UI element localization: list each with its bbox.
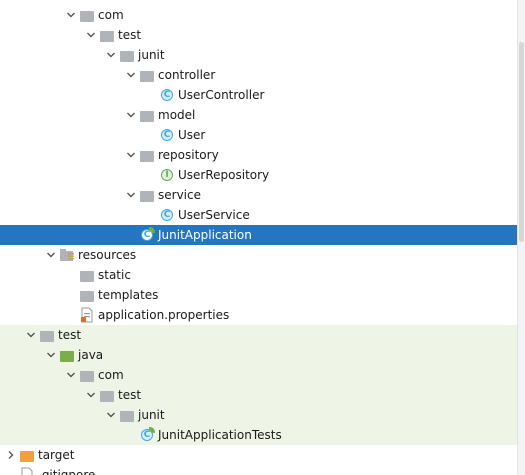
- arrow-spacer: [143, 205, 159, 225]
- chevron-down-icon[interactable]: [83, 25, 99, 45]
- tree-item-label: UserRepository: [178, 168, 270, 182]
- tree-item-model[interactable]: model: [0, 105, 518, 125]
- target-folder-icon: [19, 447, 35, 463]
- chevron-down-icon[interactable]: [123, 185, 139, 205]
- interface-icon: I: [159, 167, 175, 183]
- tree-item-controller[interactable]: controller: [0, 65, 518, 85]
- folder-icon: [79, 367, 95, 383]
- tree-item-label: User: [178, 128, 206, 142]
- chevron-down-icon[interactable]: [123, 65, 139, 85]
- tree-item-java[interactable]: java: [0, 345, 518, 365]
- tree-item-junitapplication[interactable]: C JunitApplication: [0, 225, 518, 245]
- arrow-spacer: [123, 225, 139, 245]
- chevron-right-icon[interactable]: [3, 445, 19, 465]
- tree-item-com[interactable]: com: [0, 365, 518, 385]
- tree-item-label: java: [78, 348, 104, 362]
- tree-item-repository[interactable]: repository: [0, 145, 518, 165]
- tree-item-label: UserService: [178, 208, 250, 222]
- tree-item-gitignore[interactable]: .gitignore: [0, 465, 518, 475]
- tree-item-label: application.properties: [98, 308, 230, 322]
- properties-file-icon: [79, 307, 95, 323]
- tree-item-label: repository: [158, 148, 219, 162]
- tree-item-label: static: [98, 268, 131, 282]
- tree-item-label: model: [158, 108, 196, 122]
- tree-item-test[interactable]: test: [0, 385, 518, 405]
- tree-item-label: com: [98, 368, 124, 382]
- spring-class-icon: C: [139, 227, 155, 243]
- arrow-spacer: [143, 125, 159, 145]
- arrow-spacer: [63, 285, 79, 305]
- arrow-spacer: [3, 465, 19, 475]
- project-tree[interactable]: com test junit controller C UserController mod…: [0, 0, 518, 475]
- folder-icon: [79, 287, 95, 303]
- folder-icon: [119, 47, 135, 63]
- tree-item-label: service: [158, 188, 201, 202]
- tree-item-label: templates: [98, 288, 159, 302]
- folder-icon: [79, 267, 95, 283]
- scrollbar-thumb[interactable]: [519, 42, 524, 242]
- tree-item-service[interactable]: service: [0, 185, 518, 205]
- folder-icon: [139, 107, 155, 123]
- tree-item-label: target: [38, 448, 75, 462]
- folder-icon: [99, 27, 115, 43]
- tree-item-label: UserController: [178, 88, 265, 102]
- folder-icon: [39, 327, 55, 343]
- tree-item-junit[interactable]: junit: [0, 45, 518, 65]
- folder-icon: [79, 7, 95, 23]
- tree-item-junit[interactable]: junit: [0, 405, 518, 425]
- resources-folder-icon: [59, 247, 75, 263]
- class-icon: C: [159, 87, 175, 103]
- arrow-spacer: [143, 85, 159, 105]
- chevron-down-icon[interactable]: [83, 385, 99, 405]
- vertical-scrollbar[interactable]: [517, 0, 525, 475]
- tree-item-label: JunitApplication: [158, 228, 252, 242]
- tree-item-test[interactable]: test: [0, 325, 518, 345]
- tree-item-label: junit: [138, 408, 165, 422]
- arrow-spacer: [123, 425, 139, 445]
- tree-item-label: test: [58, 328, 82, 342]
- arrow-spacer: [63, 265, 79, 285]
- class-icon: C: [159, 127, 175, 143]
- tree-item-static[interactable]: static: [0, 265, 518, 285]
- folder-icon: [139, 187, 155, 203]
- spring-class-icon: C: [139, 427, 155, 443]
- chevron-down-icon[interactable]: [103, 405, 119, 425]
- folder-icon: [139, 67, 155, 83]
- tree-item-label: controller: [158, 68, 216, 82]
- arrow-spacer: [63, 305, 79, 325]
- tree-item-test[interactable]: test: [0, 25, 518, 45]
- class-icon: C: [159, 207, 175, 223]
- chevron-down-icon[interactable]: [103, 45, 119, 65]
- tree-item-target[interactable]: target: [0, 445, 518, 465]
- tree-item-label: com: [98, 8, 124, 22]
- tree-item-userservice[interactable]: C UserService: [0, 205, 518, 225]
- tree-item-resources[interactable]: resources: [0, 245, 518, 265]
- test-source-folder-icon: [59, 347, 75, 363]
- chevron-down-icon[interactable]: [23, 325, 39, 345]
- chevron-down-icon[interactable]: [43, 345, 59, 365]
- folder-icon: [139, 147, 155, 163]
- tree-item-label: test: [118, 28, 142, 42]
- tree-item-user[interactable]: C User: [0, 125, 518, 145]
- tree-item-label: .gitignore: [38, 468, 96, 475]
- tree-item-usercontroller[interactable]: C UserController: [0, 85, 518, 105]
- tree-item-label: junit: [138, 48, 165, 62]
- chevron-down-icon[interactable]: [43, 245, 59, 265]
- folder-icon: [119, 407, 135, 423]
- tree-item-junitapplicationtests[interactable]: C JunitApplicationTests: [0, 425, 518, 445]
- tree-item-label: JunitApplicationTests: [158, 428, 282, 442]
- file-icon: [19, 467, 35, 475]
- tree-item-application-properties[interactable]: application.properties: [0, 305, 518, 325]
- tree-item-label: test: [118, 388, 142, 402]
- tree-item-userrepository[interactable]: I UserRepository: [0, 165, 518, 185]
- arrow-spacer: [143, 165, 159, 185]
- tree-item-com[interactable]: com: [0, 5, 518, 25]
- chevron-down-icon[interactable]: [63, 365, 79, 385]
- chevron-down-icon[interactable]: [123, 105, 139, 125]
- folder-icon: [99, 387, 115, 403]
- tree-item-templates[interactable]: templates: [0, 285, 518, 305]
- chevron-down-icon[interactable]: [123, 145, 139, 165]
- tree-item-label: resources: [78, 248, 137, 262]
- chevron-down-icon[interactable]: [63, 5, 79, 25]
